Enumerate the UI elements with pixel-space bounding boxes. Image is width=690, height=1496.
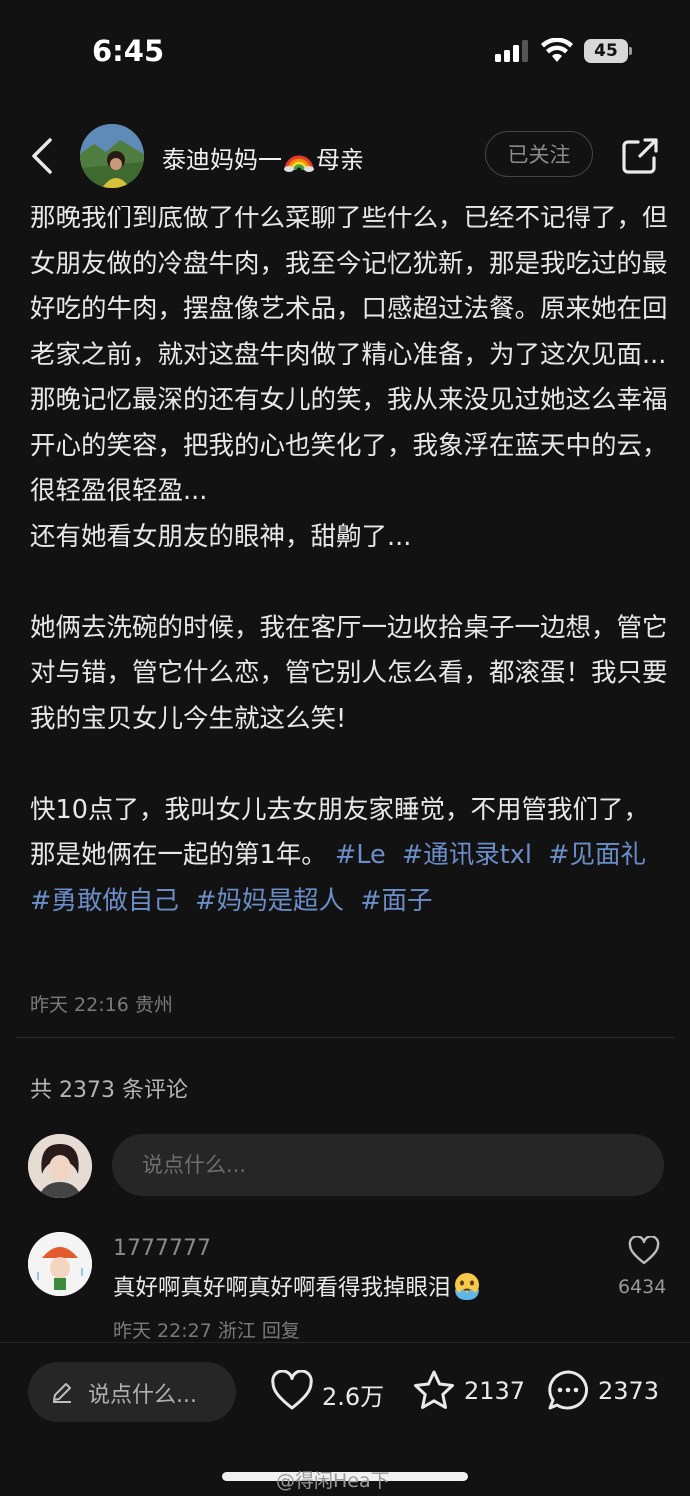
comment-bubble-icon[interactable] xyxy=(546,1369,590,1411)
post-paragraph: 她俩去洗碗的时候，我在客厅一边收拾桌子一边想，管它对与错，管它什么恋，管它别人怎… xyxy=(30,612,668,734)
author-name-suffix: 母亲 xyxy=(316,146,364,174)
post-paragraph: 还有她看女朋友的眼神，甜齁了... xyxy=(30,521,412,552)
comment-count: 共 2373 条评论 xyxy=(30,1078,188,1103)
my-avatar xyxy=(28,1134,92,1198)
author-name[interactable]: 泰迪妈妈一 母亲 xyxy=(162,140,364,175)
cellular-signal-icon xyxy=(495,40,528,62)
post-meta: 昨天 22:16 贵州 xyxy=(30,994,173,1016)
rainbow-emoji-icon xyxy=(284,155,314,172)
comment-meta: 昨天 22:27 浙江 回复 xyxy=(113,1316,300,1343)
comment-count-button[interactable]: 2373 xyxy=(598,1377,659,1405)
back-arrow-icon[interactable] xyxy=(28,136,58,176)
comment-location: 浙江 xyxy=(217,1320,256,1342)
hashtag[interactable]: #面子 xyxy=(360,886,432,916)
comment-text: 真好啊真好啊真好啊看得我掉眼泪 xyxy=(113,1270,483,1302)
comment-text-body: 真好啊真好啊真好啊看得我掉眼泪 xyxy=(113,1275,451,1301)
reply-button[interactable]: 回复 xyxy=(262,1320,300,1342)
star-icon[interactable] xyxy=(412,1369,456,1411)
hashtag[interactable]: #Le xyxy=(335,840,386,870)
comment-username[interactable]: 1777777 xyxy=(113,1236,211,1261)
hashtag[interactable]: #见面礼 xyxy=(548,840,646,870)
comment-like-count: 6434 xyxy=(618,1276,667,1298)
post-paragraph: 那晚记忆最深的还有女儿的笑，我从来没见过她这么幸福开心的笑容，把我的心也笑化了，… xyxy=(30,385,668,506)
pencil-icon xyxy=(53,1383,71,1403)
battery-tip xyxy=(629,47,632,55)
bottom-input-label[interactable]: 说点什么... xyxy=(88,1377,197,1409)
follow-button[interactable]: 已关注 xyxy=(485,131,593,177)
like-count[interactable]: 2.6万 xyxy=(322,1377,384,1412)
author-name-text: 泰迪妈妈一 xyxy=(162,146,282,174)
heart-icon[interactable] xyxy=(628,1236,660,1266)
crying-face-emoji-icon xyxy=(454,1273,479,1300)
hashtag[interactable]: #勇敢做自己 xyxy=(30,886,179,916)
author-avatar[interactable] xyxy=(80,124,144,188)
watermark: @得闲Hea下 xyxy=(276,1470,390,1492)
bottom-bar-separator xyxy=(0,1342,690,1343)
comment-input[interactable]: 说点什么... xyxy=(112,1134,664,1196)
hashtag[interactable]: #妈妈是超人 xyxy=(195,886,344,916)
divider xyxy=(16,1037,674,1038)
hashtag[interactable]: #通讯录txl xyxy=(402,840,532,870)
status-time: 6:45 xyxy=(92,34,165,68)
wifi-icon xyxy=(541,38,573,62)
post-content: 那晚我们到底做了什么菜聊了些什么，已经不记得了，但女朋友做的冷盘牛肉，我至今记忆… xyxy=(30,203,670,925)
comment-time: 昨天 22:27 xyxy=(113,1320,212,1342)
commenter-avatar[interactable] xyxy=(28,1232,92,1296)
share-icon[interactable] xyxy=(620,136,660,176)
favorite-count[interactable]: 2137 xyxy=(464,1377,525,1405)
post-paragraph-with-tags: 快10点了，我叫女儿去女朋友家睡觉，不用管我们了，那是她俩在一起的第1年。 #L… xyxy=(30,788,670,925)
battery-indicator: 45 xyxy=(584,39,628,63)
post-paragraph: 那晚我们到底做了什么菜聊了些什么，已经不记得了，但女朋友做的冷盘牛肉，我至今记忆… xyxy=(30,203,668,370)
like-heart-icon[interactable] xyxy=(270,1370,314,1412)
